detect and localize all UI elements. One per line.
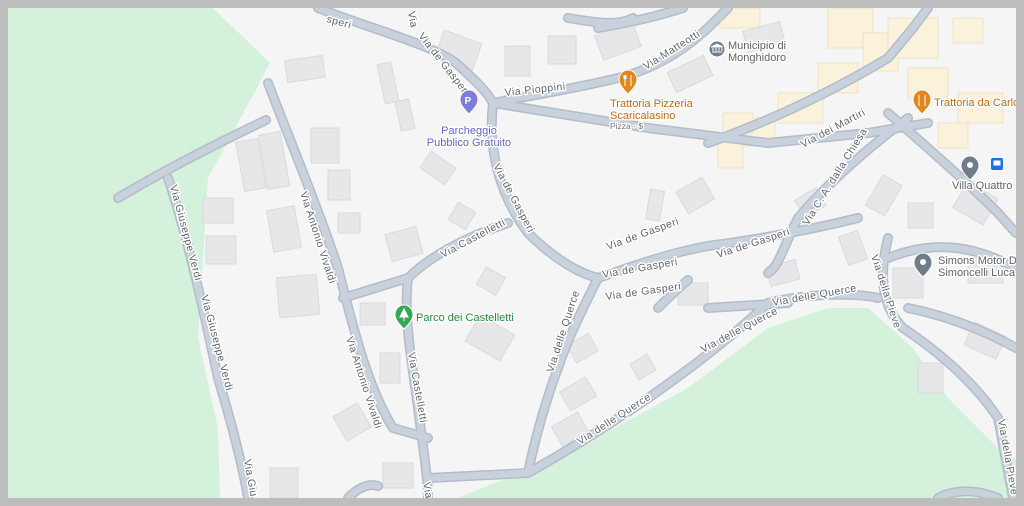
poi-simons-motor-line2: Simoncelli Luca: [938, 267, 1016, 279]
map-canvas[interactable]: speri Via de Gasperi Via Pioppini Via Ma…: [8, 8, 1016, 498]
poi-parking-name-line1: Parcheggio: [441, 125, 497, 137]
poi-municipio-line1: Municipio di: [728, 40, 786, 52]
map-frame: speri Via de Gasperi Via Pioppini Via Ma…: [8, 8, 1016, 498]
street-label-via-castelletti-2: Via Castelletti: [405, 351, 429, 424]
parking-icon: P: [459, 89, 479, 115]
svg-text:P: P: [465, 96, 472, 107]
poi-parking-name-line2: Pubblico Gratuito: [427, 137, 511, 149]
poi-simons-motor-line1: Simons Motor D: [938, 255, 1016, 267]
poi-parco-castelletti-name: Parco dei Castelletti: [416, 312, 514, 324]
poi-trattoria-scaricalasino-line1: Trattoria Pizzeria: [610, 98, 694, 110]
restaurant-icon: [618, 69, 638, 95]
poi-municipio[interactable]: Municipio di Monghidoro: [708, 39, 788, 66]
poi-municipio-line2: Monghidoro: [728, 52, 786, 64]
street-label-via-small-top: Via: [405, 10, 420, 28]
street-label-via-de-gasperi-a: Via de Gasperi: [605, 215, 681, 252]
government-icon: [708, 40, 726, 58]
restaurant-icon: [912, 89, 932, 115]
poi-trattoria-scaricalasino-sub: Pizza · $: [610, 121, 643, 131]
poi-trattoria-carlo-name: Trattoria da Carlo: [934, 97, 1016, 109]
street-label-via-castelletti: Via Castelletti: [439, 216, 508, 260]
poi-simons-motor[interactable]: Simons Motor D Simoncelli Luca: [913, 252, 1016, 281]
street-label-via-delle-querce-c: Via delle Querce: [771, 282, 857, 309]
street-label-via-small-bottom: Via: [420, 481, 435, 498]
poi-villa-quattro-name: Villa Quattro: [952, 180, 1012, 192]
bus-stop-icon[interactable]: [991, 158, 1003, 170]
